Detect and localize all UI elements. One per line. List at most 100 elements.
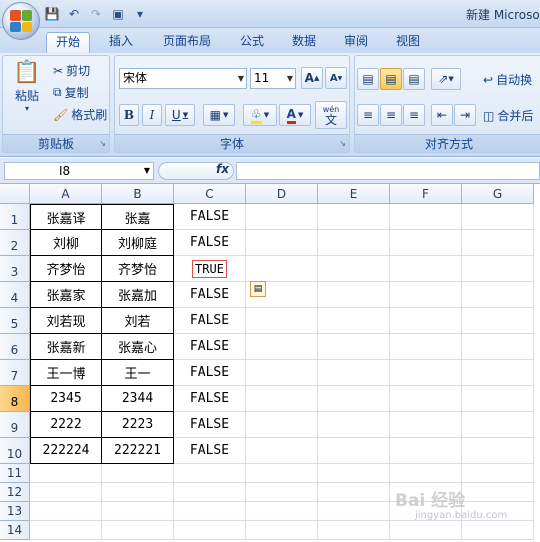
cell-g1[interactable] xyxy=(462,204,534,230)
tab-formulas[interactable]: 公式 xyxy=(230,32,274,53)
align-right-button[interactable]: ≡ xyxy=(403,104,425,126)
cell-a8[interactable]: 2345 xyxy=(30,386,102,412)
cell-b4[interactable]: 张嘉加 xyxy=(102,282,174,308)
cell-g3[interactable] xyxy=(462,256,534,282)
cell-c8[interactable]: FALSE xyxy=(174,386,246,412)
row-header-11[interactable]: 11 xyxy=(0,464,30,483)
cell-e4[interactable] xyxy=(318,282,390,308)
cell-d9[interactable] xyxy=(246,412,318,438)
cell-f2[interactable] xyxy=(390,230,462,256)
select-all-corner[interactable] xyxy=(0,184,30,204)
dialog-launcher-icon[interactable]: ↘ xyxy=(339,139,346,148)
cell-f8[interactable] xyxy=(390,386,462,412)
cell-f14[interactable] xyxy=(390,521,462,540)
cell-b13[interactable] xyxy=(102,502,174,521)
tab-review[interactable]: 审阅 xyxy=(334,32,378,53)
cell-e12[interactable] xyxy=(318,483,390,502)
cell-c4[interactable]: FALSE xyxy=(174,282,246,308)
column-header-d[interactable]: D xyxy=(246,184,318,204)
font-color-button[interactable]: A ▼ xyxy=(279,104,311,126)
cell-e7[interactable] xyxy=(318,360,390,386)
row-header-1[interactable]: 1 xyxy=(0,204,30,230)
cell-d5[interactable] xyxy=(246,308,318,334)
cell-b5[interactable]: 刘若 xyxy=(102,308,174,334)
cell-e11[interactable] xyxy=(318,464,390,483)
cell-g9[interactable] xyxy=(462,412,534,438)
grow-font-button[interactable]: A ▲ xyxy=(301,67,323,89)
cell-d13[interactable] xyxy=(246,502,318,521)
cell-f9[interactable] xyxy=(390,412,462,438)
column-header-b[interactable]: B xyxy=(102,184,174,204)
underline-button[interactable]: U ▼ xyxy=(165,104,195,126)
cell-c6[interactable]: FALSE xyxy=(174,334,246,360)
row-header-2[interactable]: 2 xyxy=(0,230,30,256)
tab-insert[interactable]: 插入 xyxy=(100,32,142,53)
cell-d1[interactable] xyxy=(246,204,318,230)
cell-f3[interactable] xyxy=(390,256,462,282)
font-name-select[interactable]: 宋体 ▼ xyxy=(119,68,247,89)
align-middle-button[interactable]: ▤ xyxy=(380,68,402,90)
cell-a9[interactable]: 2222 xyxy=(30,412,102,438)
cell-e6[interactable] xyxy=(318,334,390,360)
cell-g12[interactable] xyxy=(462,483,534,502)
cell-a6[interactable]: 张嘉新 xyxy=(30,334,102,360)
row-header-12[interactable]: 12 xyxy=(0,483,30,502)
cell-g4[interactable] xyxy=(462,282,534,308)
redo-icon[interactable]: ↷ xyxy=(88,6,104,22)
tab-data[interactable]: 数据 xyxy=(282,32,326,53)
cell-a14[interactable] xyxy=(30,521,102,540)
row-header-3[interactable]: 3 xyxy=(0,256,30,282)
cell-c5[interactable]: FALSE xyxy=(174,308,246,334)
align-top-button[interactable]: ▤ xyxy=(357,68,379,90)
cell-d6[interactable] xyxy=(246,334,318,360)
align-left-button[interactable]: ≡ xyxy=(357,104,379,126)
cell-b12[interactable] xyxy=(102,483,174,502)
row-header-7[interactable]: 7 xyxy=(0,360,30,386)
cell-g10[interactable] xyxy=(462,438,534,464)
italic-button[interactable]: I xyxy=(142,104,162,126)
row-header-6[interactable]: 6 xyxy=(0,334,30,360)
print-preview-icon[interactable]: ▣ xyxy=(110,6,126,22)
cell-g7[interactable] xyxy=(462,360,534,386)
cell-c11[interactable] xyxy=(174,464,246,483)
row-header-10[interactable]: 10 xyxy=(0,438,30,464)
cell-b9[interactable]: 2223 xyxy=(102,412,174,438)
column-header-c[interactable]: C xyxy=(174,184,246,204)
cell-d14[interactable] xyxy=(246,521,318,540)
cell-d3[interactable] xyxy=(246,256,318,282)
tab-view[interactable]: 视图 xyxy=(386,32,430,53)
cell-c3[interactable]: TRUE xyxy=(174,256,246,282)
cell-e5[interactable] xyxy=(318,308,390,334)
cell-b3[interactable]: 齐梦怡 xyxy=(102,256,174,282)
cell-b6[interactable]: 张嘉心 xyxy=(102,334,174,360)
cell-b8[interactable]: 2344 xyxy=(102,386,174,412)
cell-f5[interactable] xyxy=(390,308,462,334)
cell-g5[interactable] xyxy=(462,308,534,334)
paste-options-icon[interactable]: ▤ xyxy=(250,281,266,297)
cell-e8[interactable] xyxy=(318,386,390,412)
cell-g6[interactable] xyxy=(462,334,534,360)
cell-c14[interactable] xyxy=(174,521,246,540)
fill-color-button[interactable]: ♧ ▼ xyxy=(243,104,277,126)
cell-e14[interactable] xyxy=(318,521,390,540)
wrap-text-button[interactable]: ↩ 自动换 xyxy=(483,71,532,88)
column-header-f[interactable]: F xyxy=(390,184,462,204)
shrink-font-button[interactable]: A ▼ xyxy=(325,67,347,89)
cell-d11[interactable] xyxy=(246,464,318,483)
cell-g11[interactable] xyxy=(462,464,534,483)
cell-e13[interactable] xyxy=(318,502,390,521)
cell-b2[interactable]: 刘柳庭 xyxy=(102,230,174,256)
cell-b7[interactable]: 王一 xyxy=(102,360,174,386)
cell-a4[interactable]: 张嘉家 xyxy=(30,282,102,308)
cell-a1[interactable]: 张嘉译 xyxy=(30,204,102,230)
cell-c7[interactable]: FALSE xyxy=(174,360,246,386)
cell-f1[interactable] xyxy=(390,204,462,230)
cell-d7[interactable] xyxy=(246,360,318,386)
tab-page-layout[interactable]: 页面布局 xyxy=(152,32,222,53)
phonetic-guide-button[interactable]: wén 文 xyxy=(315,101,347,129)
cell-b1[interactable]: 张嘉 xyxy=(102,204,174,230)
cell-c2[interactable]: FALSE xyxy=(174,230,246,256)
undo-icon[interactable]: ↶ xyxy=(66,6,82,22)
cell-f4[interactable] xyxy=(390,282,462,308)
cell-e2[interactable] xyxy=(318,230,390,256)
